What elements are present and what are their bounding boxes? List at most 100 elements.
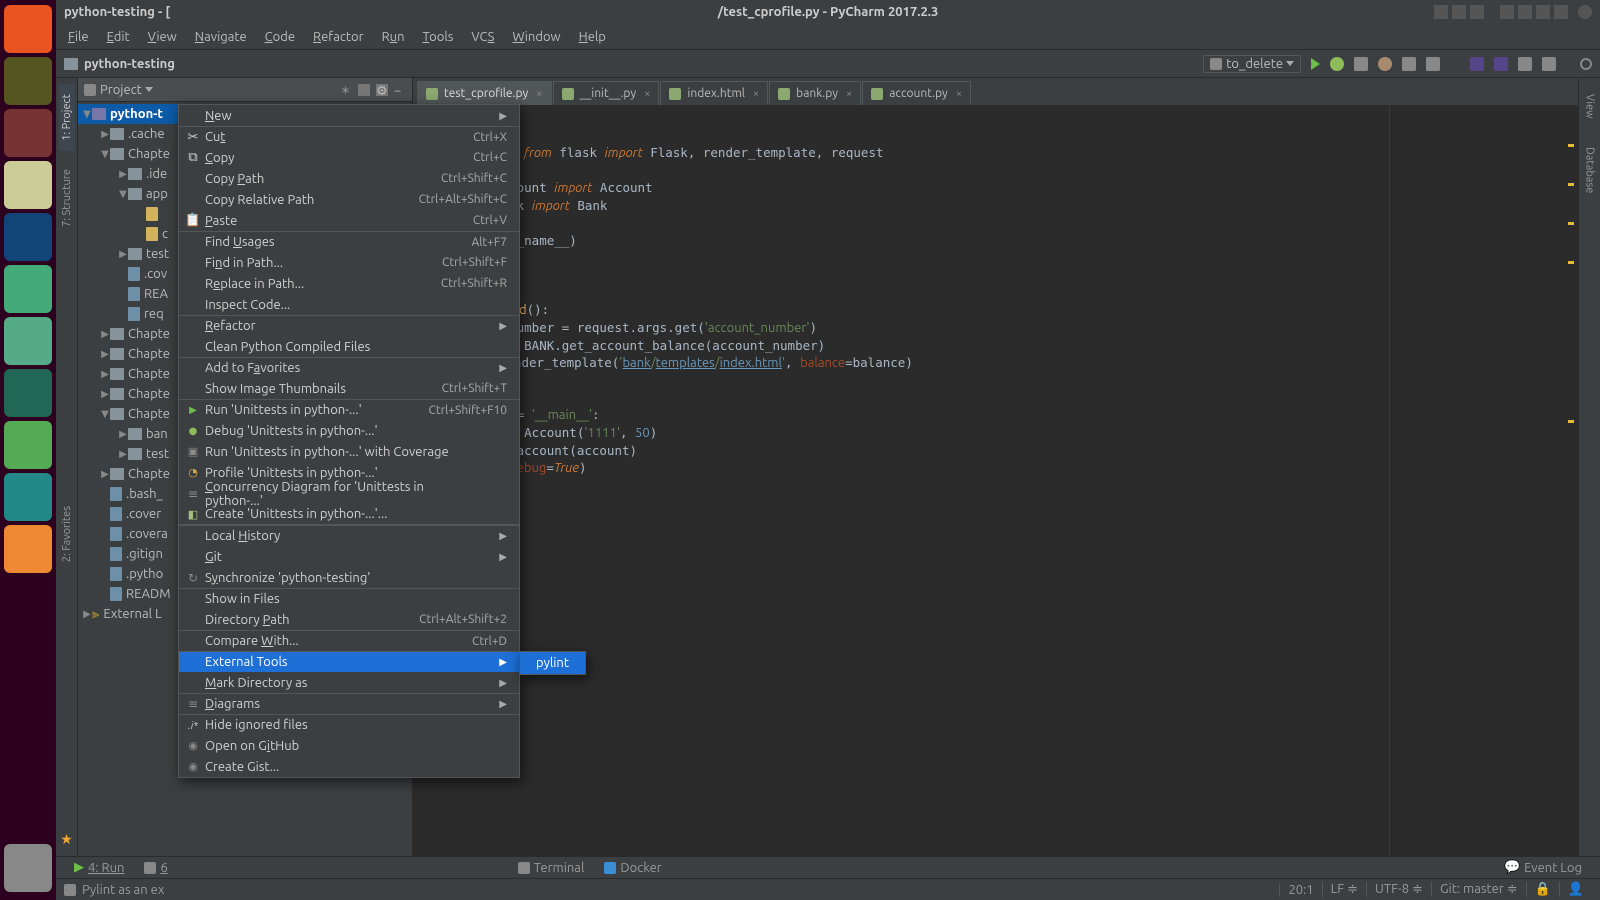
context-item[interactable]: Directory PathCtrl+Alt+Shift+2 (179, 609, 519, 630)
editor-tab[interactable]: index.html× (660, 81, 768, 105)
context-item[interactable]: Debug 'Unittests in python-...' (179, 420, 519, 441)
submenu-item-pylint[interactable]: pylint (520, 652, 585, 674)
line-separator[interactable]: LF ≑ (1322, 882, 1366, 897)
lock-icon[interactable]: 🔒 (1526, 882, 1559, 897)
context-item[interactable]: Create 'Unittests in python-...'... (179, 504, 519, 525)
context-item[interactable]: Synchronize 'python-testing' (179, 567, 519, 588)
tab-favorites[interactable]: 2: Favorites (59, 496, 75, 572)
context-item[interactable]: Add to Favorites▶ (179, 357, 519, 378)
tab-terminal[interactable]: Terminal (508, 861, 595, 875)
launcher-app[interactable] (4, 213, 52, 261)
git-branch[interactable]: Git: master ≑ (1431, 882, 1526, 897)
hide-icon[interactable]: − (394, 84, 406, 96)
debug-icon[interactable] (1330, 57, 1344, 71)
menu-edit[interactable]: Edit (99, 28, 138, 46)
context-item[interactable]: Local History▶ (179, 525, 519, 546)
inspector-icon[interactable]: 👤 (1559, 882, 1592, 897)
context-item[interactable]: Clean Python Compiled Files (179, 336, 519, 357)
context-item[interactable]: Concurrency Diagram for 'Unittests in py… (179, 483, 519, 504)
launcher-app[interactable] (4, 473, 52, 521)
star-icon[interactable]: ★ (60, 831, 73, 848)
menu-tools[interactable]: Tools (415, 28, 462, 46)
context-item[interactable]: Compare With...Ctrl+D (179, 630, 519, 651)
gear-icon[interactable]: ⚙ (376, 84, 388, 96)
launcher-app[interactable] (4, 265, 52, 313)
context-item[interactable]: Diagrams▶ (179, 693, 519, 714)
context-item[interactable]: ⧉CopyCtrl+C (179, 147, 519, 168)
launcher-app[interactable] (4, 369, 52, 417)
menu-vcs[interactable]: VCS (463, 28, 502, 46)
tab-view[interactable]: View (1582, 84, 1598, 129)
menu-navigate[interactable]: Navigate (187, 28, 255, 46)
stop-icon[interactable] (1402, 57, 1416, 71)
coverage-icon[interactable] (1354, 57, 1368, 71)
context-item[interactable]: New▶ (179, 105, 519, 126)
trash-icon[interactable] (4, 844, 52, 892)
toolbar-icon[interactable] (1426, 57, 1440, 71)
editor-tab[interactable]: bank.py× (769, 81, 861, 105)
run-config-selector[interactable]: to_delete (1203, 55, 1301, 73)
code-editor[interactable]: from flask import Flask, render_template… (413, 106, 1578, 856)
vcs-history-icon[interactable] (1518, 57, 1532, 71)
context-item[interactable]: ✂CutCtrl+X (179, 126, 519, 147)
editor-tab[interactable]: __init__.py× (553, 81, 660, 105)
launcher-app[interactable] (4, 525, 52, 573)
context-item[interactable]: Copy Relative PathCtrl+Alt+Shift+C (179, 189, 519, 210)
context-item[interactable]: Git▶ (179, 546, 519, 567)
vcs-commit-icon[interactable] (1494, 57, 1508, 71)
close-icon[interactable]: × (644, 88, 650, 100)
collapse-icon[interactable] (358, 84, 370, 96)
tab-event-log[interactable]: 💬Event Log (1494, 860, 1592, 875)
window-button[interactable] (1434, 5, 1448, 19)
menu-file[interactable]: File (60, 28, 97, 46)
breadcrumb[interactable]: python-testing (84, 57, 175, 71)
chevron-down-icon[interactable] (145, 87, 153, 92)
context-item[interactable]: Copy PathCtrl+Shift+C (179, 168, 519, 189)
context-item[interactable]: 📋PasteCtrl+V (179, 210, 519, 231)
context-item[interactable]: Run 'Unittests in python-...' with Cover… (179, 441, 519, 462)
launcher-app[interactable] (4, 421, 52, 469)
window-button[interactable] (1470, 5, 1484, 19)
tab-todo[interactable]: 6 (134, 861, 177, 875)
menu-run[interactable]: Run (374, 28, 413, 46)
menu-help[interactable]: Help (571, 28, 614, 46)
context-item[interactable]: External Tools▶pylint (179, 651, 519, 672)
context-item[interactable]: Refactor▶ (179, 315, 519, 336)
profile-icon[interactable] (1378, 57, 1392, 71)
close-icon[interactable]: × (536, 88, 542, 100)
context-item[interactable]: Open on GitHub (179, 735, 519, 756)
window-button[interactable] (1452, 5, 1466, 19)
context-item[interactable]: Show Image ThumbnailsCtrl+Shift+T (179, 378, 519, 399)
window-button[interactable] (1500, 5, 1514, 19)
context-item[interactable]: Create Gist... (179, 756, 519, 777)
menu-window[interactable]: Window (504, 28, 568, 46)
editor-tab[interactable]: account.py× (862, 81, 971, 105)
menu-code[interactable]: Code (257, 28, 303, 46)
cursor-position[interactable]: 20:1 (1279, 883, 1321, 897)
context-item[interactable]: Mark Directory as▶ (179, 672, 519, 693)
menu-refactor[interactable]: Refactor (305, 28, 372, 46)
run-icon[interactable] (1311, 58, 1320, 70)
window-button[interactable] (1554, 5, 1568, 19)
close-icon[interactable]: × (846, 88, 852, 100)
tab-database[interactable]: Database (1582, 137, 1598, 203)
context-item[interactable]: Find in Path...Ctrl+Shift+F (179, 252, 519, 273)
status-icon[interactable] (64, 884, 76, 896)
close-icon[interactable]: × (753, 88, 759, 100)
context-item[interactable]: .i*Hide ignored files (179, 714, 519, 735)
window-button[interactable] (1518, 5, 1532, 19)
menu-view[interactable]: View (140, 28, 185, 46)
launcher-app[interactable] (4, 57, 52, 105)
gear-icon[interactable] (1578, 5, 1592, 19)
search-icon[interactable] (1580, 58, 1592, 70)
vcs-update-icon[interactable] (1470, 57, 1484, 71)
window-button[interactable] (1536, 5, 1550, 19)
launcher-app[interactable] (4, 109, 52, 157)
context-item[interactable]: Inspect Code... (179, 294, 519, 315)
scroll-target-icon[interactable]: ✶ (340, 84, 352, 96)
launcher-app[interactable] (4, 317, 52, 365)
context-item[interactable]: Find UsagesAlt+F7 (179, 231, 519, 252)
context-item[interactable]: Show in Files (179, 588, 519, 609)
context-item[interactable]: Run 'Unittests in python-...'Ctrl+Shift+… (179, 399, 519, 420)
ubuntu-logo-icon[interactable] (4, 5, 52, 53)
